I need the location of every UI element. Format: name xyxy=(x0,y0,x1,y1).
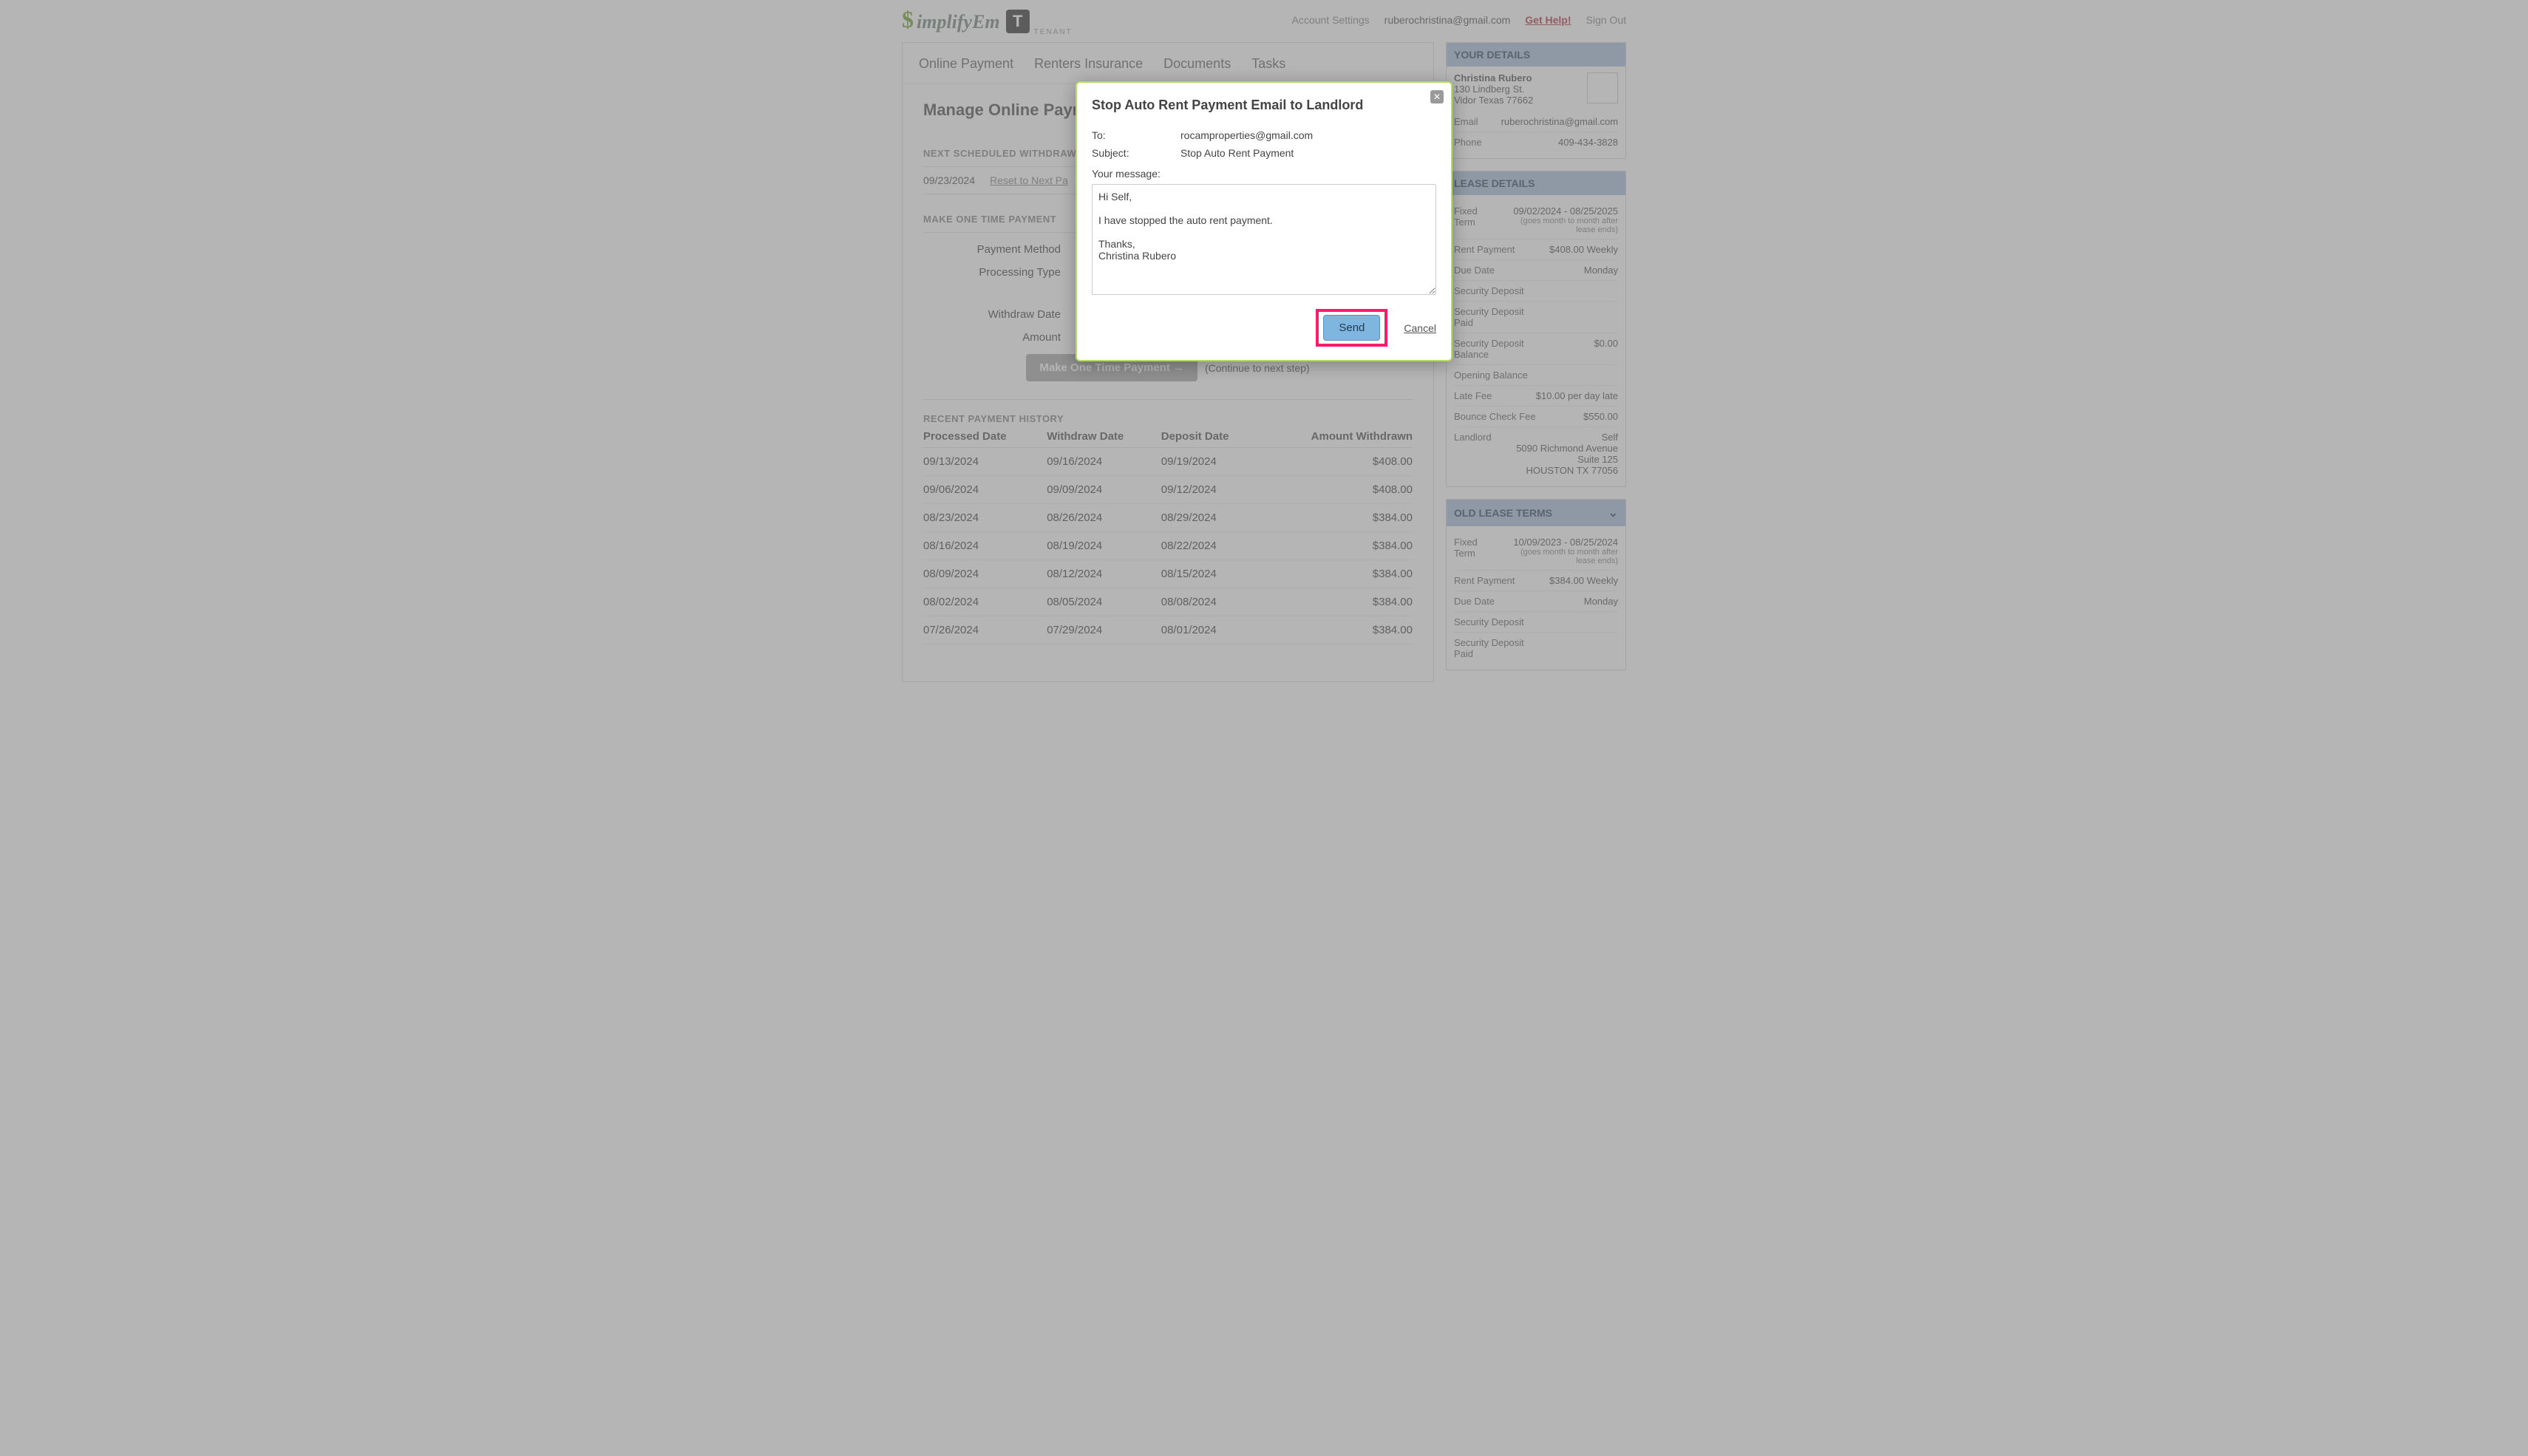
stop-auto-rent-modal: ✕ Stop Auto Rent Payment Email to Landlo… xyxy=(1076,81,1452,361)
send-button[interactable]: Send xyxy=(1323,315,1380,341)
to-value: rocamproperties@gmail.com xyxy=(1180,129,1313,141)
subject-value: Stop Auto Rent Payment xyxy=(1180,147,1294,159)
message-textarea[interactable] xyxy=(1092,184,1436,295)
to-label: To: xyxy=(1092,129,1180,141)
message-label: Your message: xyxy=(1092,168,1436,180)
close-icon[interactable]: ✕ xyxy=(1430,90,1444,103)
cancel-link[interactable]: Cancel xyxy=(1404,322,1436,334)
subject-label: Subject: xyxy=(1092,147,1180,159)
modal-title: Stop Auto Rent Payment Email to Landlord xyxy=(1092,98,1436,113)
